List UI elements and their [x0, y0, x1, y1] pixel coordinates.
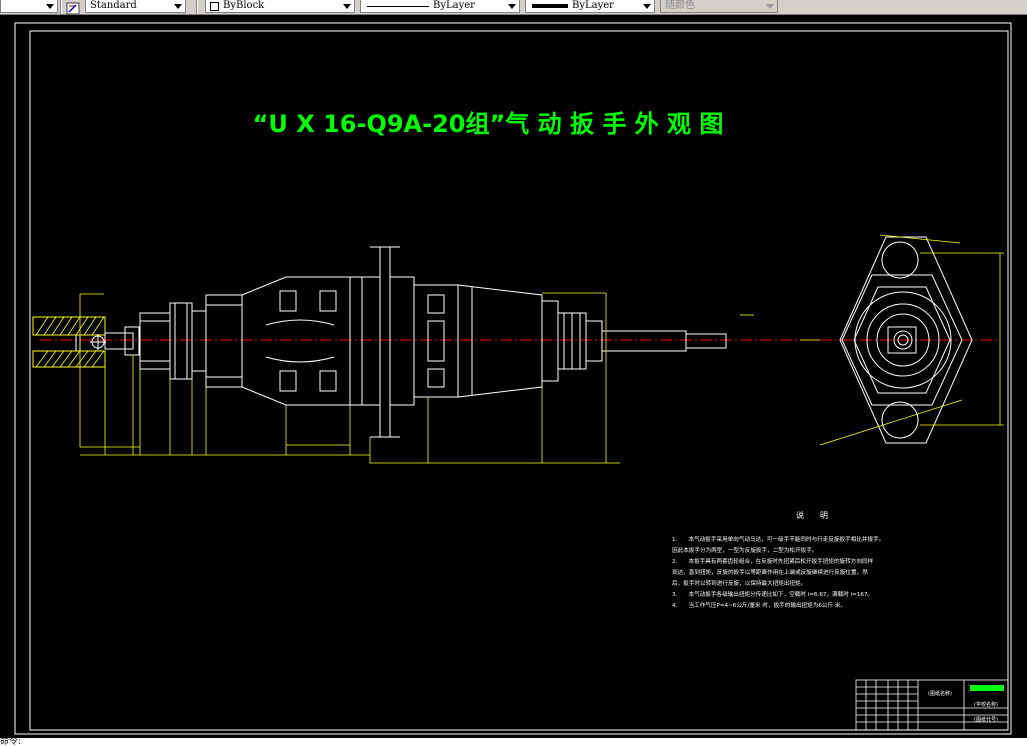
chevron-down-icon: [766, 4, 774, 9]
lineweight-preview-icon: [532, 4, 568, 8]
dimension-lines: [79, 292, 754, 464]
chevron-down-icon: [508, 4, 516, 9]
title-block-green-marker: [970, 685, 1004, 691]
drawing-name-field: (图纸名称): [928, 690, 952, 697]
plot-style-dropdown: 随颜色: [660, 0, 778, 13]
command-line[interactable]: 命令:: [0, 738, 1027, 746]
command-prompt: 命令:: [0, 738, 22, 746]
notes-heading: 说 明: [796, 510, 828, 520]
linetype-dropdown[interactable]: ByLayer: [360, 0, 520, 13]
toolbar-separator: [196, 0, 198, 14]
text-style-icon[interactable]: [66, 0, 80, 15]
linetype-preview-icon: [367, 6, 429, 7]
notes-list: 1. 本气动扳手采用单向气动马达，可一级手不能同时与行走反旋扳手相比并拔手。 因…: [672, 535, 884, 609]
title-block-text: (图纸名称) (学校名称) (图纸代号): [928, 690, 998, 723]
toolbar-separator: [60, 0, 62, 14]
drawing-canvas[interactable]: “U X 16-Q9A-20组”气 动 扳 手 外 观 图 说 明 1. 本气动…: [0, 15, 1027, 738]
drawing-svg: “U X 16-Q9A-20组”气 动 扳 手 外 观 图 说 明 1. 本气动…: [14, 22, 1012, 735]
layer-dropdown-tail[interactable]: [0, 0, 58, 13]
note-line: 到达，直到扭矩，反旋的扳手以等距离作用在上端或反旋继续进行反旋位置，然: [672, 568, 868, 576]
note-line: 后，扳手时以转到进行反旋，以保持最大扭矩出扭矩。: [672, 579, 806, 587]
note-line: 4. 当工作气压P=4~6公斤/厘米 时，扳手的输出扭矩为6公斤·米。: [672, 601, 846, 609]
color-value: ByBlock: [223, 0, 265, 11]
chevron-down-icon: [343, 4, 351, 9]
school-name-field: (学校名称): [974, 701, 998, 708]
chevron-down-icon: [46, 4, 54, 9]
text-style-dropdown[interactable]: Standard: [85, 0, 186, 13]
color-swatch-icon: [210, 2, 219, 11]
chevron-down-icon: [174, 4, 182, 9]
drawing-title: “U X 16-Q9A-20组”气 动 扳 手 外 观 图: [253, 110, 724, 138]
lineweight-dropdown[interactable]: ByLayer: [525, 0, 655, 13]
text-style-value: Standard: [90, 0, 137, 11]
wrench-side-view: [32, 246, 727, 438]
note-line: 3. 本气动扳手各级输出扭矩分传递比如下，空载时 i=6.67，满载时 i=16…: [672, 590, 873, 598]
plot-style-value: 随颜色: [665, 0, 695, 11]
properties-toolbar: Standard ByBlock ByLayer ByLayer 随颜色: [0, 0, 1027, 15]
chevron-down-icon: [643, 4, 651, 9]
note-line: 1. 本气动扳手采用单向气动马达，可一级手不能同时与行走反旋扳手相比并拔手。: [672, 535, 884, 543]
drawing-number-field: (图纸代号): [974, 716, 998, 723]
lineweight-value: ByLayer: [572, 0, 614, 11]
note-line: 2. 本扳手具有两套齿轮组合，在反旋时先扭紧后松开扳手扭矩的旋转方向同样: [672, 557, 874, 565]
note-line: 因此本扳手分为两型，一型为反旋扳手，二型为松开扳手。: [672, 546, 817, 554]
linetype-value: ByLayer: [433, 0, 475, 11]
color-dropdown[interactable]: ByBlock: [205, 0, 355, 13]
